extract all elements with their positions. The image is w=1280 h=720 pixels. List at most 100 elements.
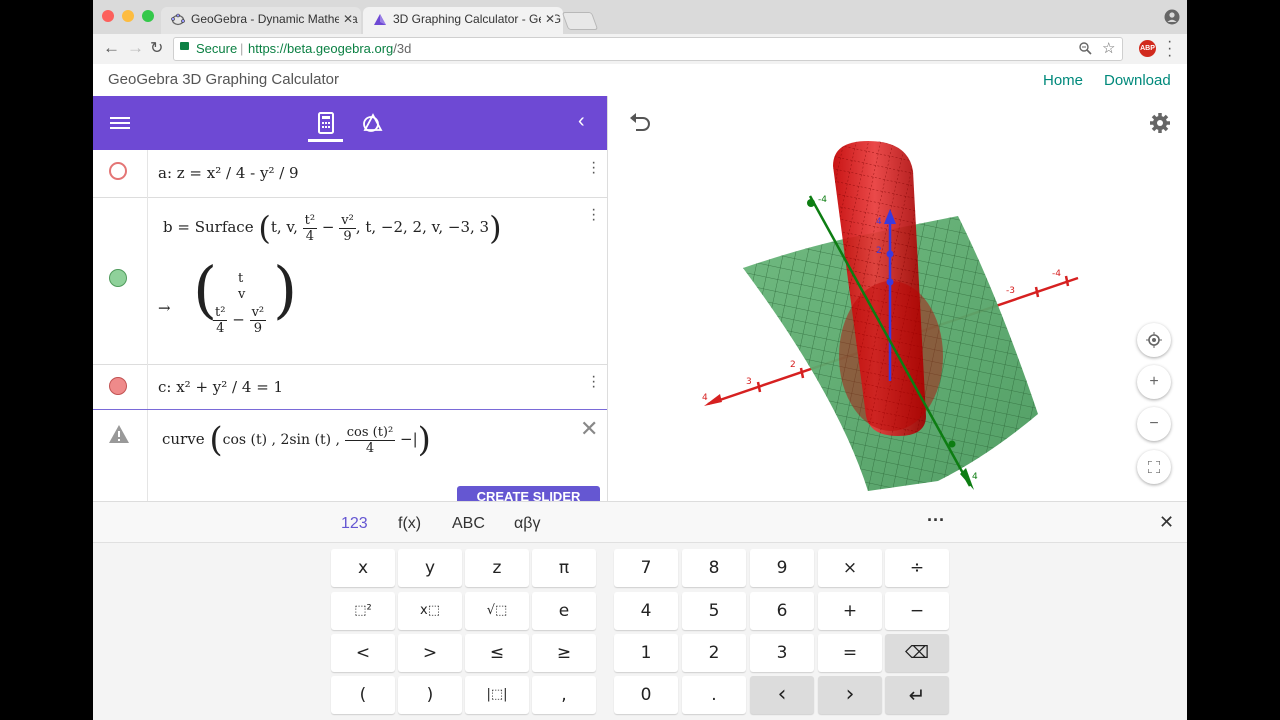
address-bar[interactable]: Secure | https://beta.geogebra.org/3d ☆ (173, 37, 1123, 61)
adblock-icon[interactable]: ABP (1139, 40, 1156, 57)
standard-view-button[interactable] (1137, 323, 1171, 357)
key-enter[interactable]: ↵ (885, 676, 949, 714)
zoom-in-button[interactable]: + (1137, 365, 1171, 399)
key-less-equal[interactable]: ≤ (465, 634, 529, 672)
download-link[interactable]: Download (1104, 72, 1171, 89)
keyboard-tabs: 123 f(x) ABC αβγ ··· ✕ (93, 502, 1187, 543)
visibility-toggle-b[interactable] (109, 269, 127, 287)
key-e[interactable]: e (532, 592, 596, 630)
key-pi[interactable]: π (532, 549, 596, 587)
maximize-window-icon[interactable] (142, 10, 154, 22)
algebra-input-row[interactable]: curve (cos (t) , 2sin (t) , cos (t)² 4 −|… (93, 410, 607, 501)
warning-icon[interactable] (108, 424, 130, 444)
bookmark-star-icon[interactable]: ☆ (1102, 39, 1115, 57)
profile-icon[interactable] (1164, 9, 1180, 25)
key-left-arrow[interactable]: ‹ (750, 676, 814, 714)
url-text: https://beta.geogebra.org/3d (248, 41, 411, 56)
tab-3d-calculator[interactable]: 3D Graphing Calculator - GeoG ✕ (363, 7, 563, 34)
key-8[interactable]: 8 (682, 549, 746, 587)
tab-close-icon[interactable]: ✕ (338, 12, 353, 26)
key-3[interactable]: 3 (750, 634, 814, 672)
virtual-keyboard: 123 f(x) ABC αβγ ··· ✕ x y z π 7 8 9 × ÷… (93, 501, 1187, 720)
browser-menu-icon[interactable]: · · · (1167, 34, 1172, 64)
key-minus[interactable]: − (885, 592, 949, 630)
expression-c[interactable]: c: x² + y² / 4 = 1 (158, 378, 283, 396)
z-label-4: 4 (876, 217, 882, 227)
algebra-row-b[interactable]: b = Surface (t, v, t² 4 − v² 9, t, −2, 2, … (93, 197, 607, 365)
x-label-3: 3 (746, 377, 752, 387)
more-options-icon[interactable]: · · · (591, 369, 597, 395)
key-7[interactable]: 7 (614, 549, 678, 587)
key-z[interactable]: z (465, 549, 529, 587)
close-window-icon[interactable] (102, 10, 114, 22)
expression-b[interactable]: b = Surface (t, v, t² 4 − v² 9, t, −2, 2, … (163, 209, 502, 247)
menu-icon[interactable] (110, 115, 130, 131)
key-0[interactable]: 0 (614, 676, 678, 714)
collapse-chevron-icon[interactable]: ‹ (578, 110, 585, 133)
algebra-row-a[interactable]: a: z = x² / 4 - y² / 9 · · · (93, 150, 607, 198)
key-backspace[interactable]: ⌫ (885, 634, 949, 672)
algebra-header: ‹ (93, 96, 607, 150)
key-sqrt[interactable]: √⬚ (465, 592, 529, 630)
key-1[interactable]: 1 (614, 634, 678, 672)
key-right-arrow[interactable]: › (818, 676, 882, 714)
more-keys-icon[interactable]: ··· (927, 510, 945, 531)
key-close-paren[interactable]: ) (398, 676, 462, 714)
more-options-icon[interactable]: · · · (591, 155, 597, 181)
tools-icon[interactable] (361, 112, 383, 134)
key-5[interactable]: 5 (682, 592, 746, 630)
tab-greek[interactable]: αβγ (514, 515, 540, 533)
key-greater-than[interactable]: > (398, 634, 462, 672)
3d-scene: 4 3 2 -3 -4 -4 4 4 2 (702, 141, 1079, 491)
url-path: /3d (393, 41, 412, 56)
key-6[interactable]: 6 (750, 592, 814, 630)
key-open-paren[interactable]: ( (331, 676, 395, 714)
tab-close-icon[interactable]: ✕ (540, 12, 555, 26)
key-4[interactable]: 4 (614, 592, 678, 630)
fullscreen-button[interactable] (1137, 450, 1171, 484)
key-square[interactable]: ⬚² (331, 592, 395, 630)
clear-input-icon[interactable]: ✕ (580, 416, 598, 442)
more-options-icon[interactable]: · · · (591, 202, 597, 228)
key-less-than[interactable]: < (331, 634, 395, 672)
minimize-window-icon[interactable] (122, 10, 134, 22)
tab-functions[interactable]: f(x) (398, 515, 421, 533)
z-label-2: 2 (876, 246, 882, 256)
graphics-3d-view[interactable]: 4 3 2 -3 -4 -4 4 4 2 + − (608, 96, 1187, 501)
key-decimal[interactable]: . (682, 676, 746, 714)
expression-a[interactable]: a: z = x² / 4 - y² / 9 (158, 164, 299, 182)
home-link[interactable]: Home (1043, 72, 1083, 89)
plus-icon: + (1149, 373, 1159, 390)
key-2[interactable]: 2 (682, 634, 746, 672)
url-host: https://beta.geogebra.org (248, 41, 394, 56)
key-abs[interactable]: |⬚| (465, 676, 529, 714)
key-power[interactable]: x⬚ (398, 592, 462, 630)
zoom-icon[interactable] (1079, 42, 1092, 55)
close-keyboard-icon[interactable]: ✕ (1159, 512, 1174, 533)
zoom-out-button[interactable]: − (1137, 407, 1171, 441)
calculator-icon[interactable] (317, 112, 335, 134)
x-label-2: 2 (790, 360, 796, 370)
key-greater-equal[interactable]: ≥ (532, 634, 596, 672)
tab-geogebra[interactable]: GeoGebra - Dynamic Mathema ✕ (161, 7, 361, 34)
key-9[interactable]: 9 (750, 549, 814, 587)
key-x[interactable]: x (331, 549, 395, 587)
key-equals[interactable]: = (818, 634, 882, 672)
key-comma[interactable]: , (532, 676, 596, 714)
new-tab-button[interactable] (561, 12, 599, 30)
key-y[interactable]: y (398, 549, 462, 587)
create-slider-button[interactable]: CREATE SLIDER (457, 486, 600, 501)
tab-123[interactable]: 123 (341, 515, 368, 533)
tab-abc[interactable]: ABC (452, 515, 485, 533)
back-icon[interactable]: ← (103, 38, 120, 58)
algebra-input[interactable]: curve (cos (t) , 2sin (t) , cos (t)² 4 −|… (162, 420, 431, 460)
key-multiply[interactable]: × (818, 549, 882, 587)
key-divide[interactable]: ÷ (885, 549, 949, 587)
visibility-toggle-a[interactable] (109, 162, 127, 180)
reload-icon[interactable]: ↻ (150, 38, 163, 58)
key-plus[interactable]: + (818, 592, 882, 630)
algebra-row-c[interactable]: c: x² + y² / 4 = 1 · · · (93, 364, 607, 410)
visibility-toggle-c[interactable] (109, 377, 127, 395)
forward-icon[interactable]: → (127, 38, 144, 58)
browser-toolbar: ← → ↻ Secure | https://beta.geogebra.org… (93, 34, 1187, 65)
